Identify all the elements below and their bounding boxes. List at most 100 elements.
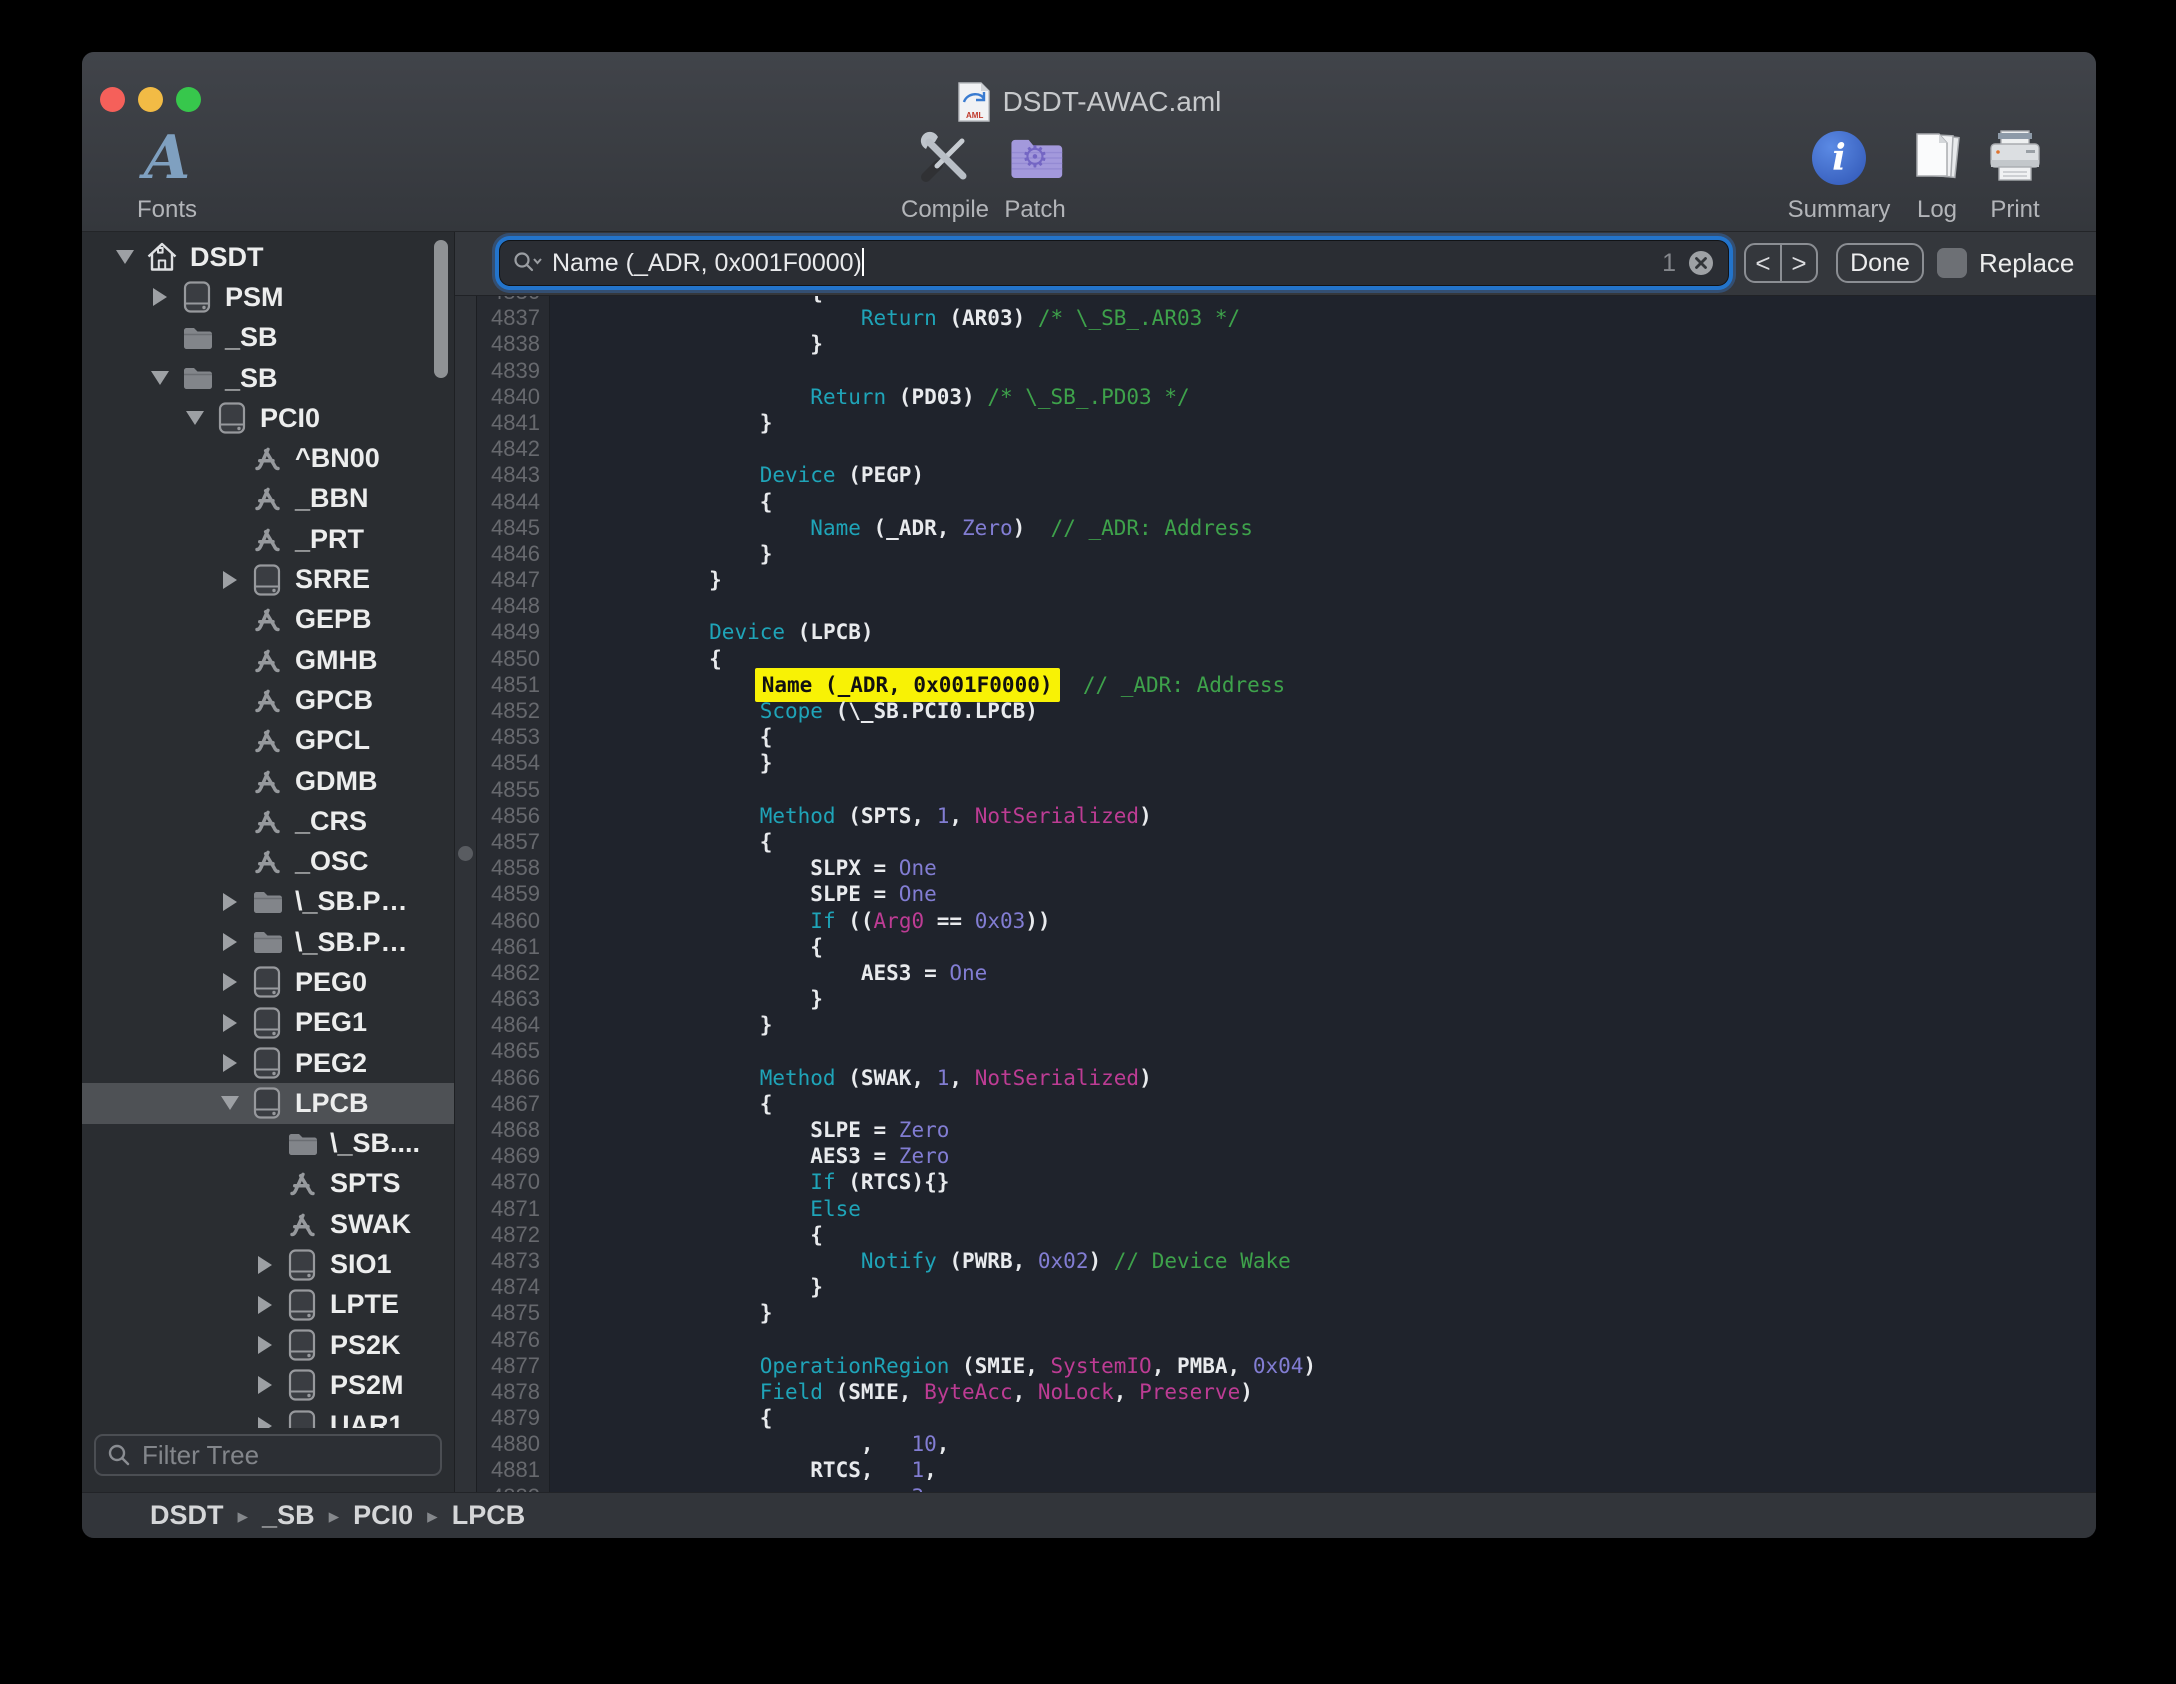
tree-item-sbp[interactable]: \_SB.P…: [82, 882, 454, 922]
tree-item-uar1[interactable]: UAR1: [82, 1406, 454, 1428]
replace-checkbox[interactable]: [1937, 248, 1967, 278]
device-icon: [250, 965, 284, 999]
breadcrumb-separator: ▸: [427, 1502, 438, 1529]
sidebar-scrollbar[interactable]: [434, 240, 448, 378]
tree-item-label: UAR1: [330, 1410, 404, 1428]
chevron-right-icon[interactable]: [252, 1256, 278, 1274]
search-input[interactable]: Name (_ADR, 0x001F0000) 1: [500, 241, 1728, 285]
method-icon: [252, 483, 283, 514]
code-line: [608, 436, 2096, 462]
tree-item-gepb[interactable]: GEPB: [82, 600, 454, 640]
done-button[interactable]: Done: [1836, 243, 1924, 283]
chevron-right-icon[interactable]: [147, 288, 173, 306]
tree-item-peg2[interactable]: PEG2: [82, 1043, 454, 1083]
line-number: 4868: [477, 1117, 549, 1143]
chevron-right-icon[interactable]: [217, 1014, 243, 1032]
tree-item-gpcb[interactable]: GPCB: [82, 680, 454, 720]
tree-item-label: PS2M: [330, 1370, 404, 1401]
tree-item-srre[interactable]: SRRE: [82, 559, 454, 599]
tree-item-label: GMHB: [295, 645, 378, 676]
chevron-down-icon[interactable]: [112, 250, 138, 264]
tree-item-gmhb[interactable]: GMHB: [82, 640, 454, 680]
device-icon: [250, 1046, 284, 1080]
search-menu-icon[interactable]: [512, 250, 542, 276]
line-number: 4872: [477, 1222, 549, 1248]
tree-item-label: DSDT: [190, 242, 264, 273]
find-previous-button[interactable]: <: [1746, 245, 1782, 281]
code-line: {: [608, 1222, 2096, 1248]
device-icon-wrap: [284, 1328, 320, 1362]
tree-item-peg0[interactable]: PEG0: [82, 962, 454, 1002]
tree-item-pci0[interactable]: PCI0: [82, 398, 454, 438]
tree-item-psm[interactable]: PSM: [82, 277, 454, 317]
replace-label: Replace: [1979, 248, 2074, 279]
window-title: DSDT-AWAC.aml: [1003, 86, 1222, 118]
chevron-right-icon[interactable]: [217, 893, 243, 911]
method-icon: [252, 766, 283, 797]
tree-item-sio1[interactable]: SIO1: [82, 1244, 454, 1284]
chevron-right-icon[interactable]: [252, 1296, 278, 1314]
method-icon-wrap: [249, 766, 285, 797]
toolbar-item-fonts[interactable]: A Fonts: [102, 122, 232, 224]
tree-item-swak[interactable]: SWAK: [82, 1204, 454, 1244]
tree-item-lpcb[interactable]: LPCB: [82, 1083, 454, 1123]
app-window: AML DSDT-AWAC.aml A Fonts Compile: [82, 52, 2096, 1538]
chevron-right-icon[interactable]: [217, 571, 243, 589]
tree-item-gpcl[interactable]: GPCL: [82, 721, 454, 761]
chevron-right-icon[interactable]: [217, 933, 243, 951]
code-line: SLPE = One: [608, 881, 2096, 907]
code-line: Field (SMIE, ByteAcc, NoLock, Preserve): [608, 1379, 2096, 1405]
chevron-right-icon[interactable]: [217, 1054, 243, 1072]
tree-item-lpte[interactable]: LPTE: [82, 1285, 454, 1325]
tree-item-crs[interactable]: _CRS: [82, 801, 454, 841]
breadcrumb-item[interactable]: PCI0: [353, 1500, 413, 1531]
code-line: AES3 = Zero: [608, 1143, 2096, 1169]
toolbar-item-print[interactable]: Print: [1950, 122, 2080, 224]
clear-search-icon[interactable]: [1686, 248, 1716, 278]
find-next-button[interactable]: >: [1782, 245, 1816, 281]
tree-item-bn00[interactable]: ^BN00: [82, 438, 454, 478]
tree-item-bbn[interactable]: _BBN: [82, 479, 454, 519]
tree-item-ps2k[interactable]: PS2K: [82, 1325, 454, 1365]
tree-item-spts[interactable]: SPTS: [82, 1164, 454, 1204]
chevron-down-icon[interactable]: [182, 411, 208, 425]
filter-placeholder: Filter Tree: [142, 1440, 259, 1471]
chevron-right-icon[interactable]: [252, 1376, 278, 1394]
tree-item-prt[interactable]: _PRT: [82, 519, 454, 559]
chevron-right-icon[interactable]: [252, 1417, 278, 1428]
code-line: Notify (PWRB, 0x02) // Device Wake: [608, 1248, 2096, 1274]
code-line: , 3,: [608, 1484, 2096, 1492]
chevron-right-icon[interactable]: [252, 1336, 278, 1354]
tree-item-osc[interactable]: _OSC: [82, 841, 454, 881]
printer-icon: [1984, 128, 2046, 188]
tree-item-dsdt[interactable]: DSDT: [82, 237, 454, 277]
toolbar-item-patch[interactable]: ⚙ Patch: [970, 122, 1100, 224]
line-number: 4864: [477, 1012, 549, 1038]
chevron-right-icon[interactable]: [217, 973, 243, 991]
breadcrumb-item[interactable]: LPCB: [452, 1500, 526, 1531]
split-handle-icon[interactable]: [458, 846, 473, 861]
code-line: [608, 358, 2096, 384]
code-line: {: [608, 296, 2096, 305]
tree-item-gdmb[interactable]: GDMB: [82, 761, 454, 801]
chevron-down-icon[interactable]: [217, 1096, 243, 1110]
tree-item-sb[interactable]: \_SB....: [82, 1124, 454, 1164]
breadcrumb-item[interactable]: DSDT: [150, 1500, 224, 1531]
tree-item-peg1[interactable]: PEG1: [82, 1003, 454, 1043]
chevron-down-icon[interactable]: [147, 371, 173, 385]
tree-item-sb[interactable]: _SB: [82, 358, 454, 398]
device-icon: [250, 1006, 284, 1040]
tree-item-label: _PRT: [295, 524, 364, 555]
line-number: 4854: [477, 750, 549, 776]
breadcrumb-item[interactable]: _SB: [262, 1500, 315, 1531]
method-icon-wrap: [284, 1168, 320, 1199]
tree-item-sbp[interactable]: \_SB.P…: [82, 922, 454, 962]
code-area[interactable]: { Return (AR03) /* \_SB_.AR03 */ } Retur…: [550, 296, 2096, 1492]
tree-item-sb[interactable]: _SB: [82, 318, 454, 358]
filter-tree-field[interactable]: Filter Tree: [94, 1434, 442, 1476]
method-icon-wrap: [249, 524, 285, 555]
device-icon: [250, 1086, 284, 1120]
code-editor[interactable]: 4836483748384839484048414842484348444845…: [455, 296, 2096, 1492]
tree-item-label: PEG0: [295, 967, 367, 998]
tree-item-ps2m[interactable]: PS2M: [82, 1365, 454, 1405]
